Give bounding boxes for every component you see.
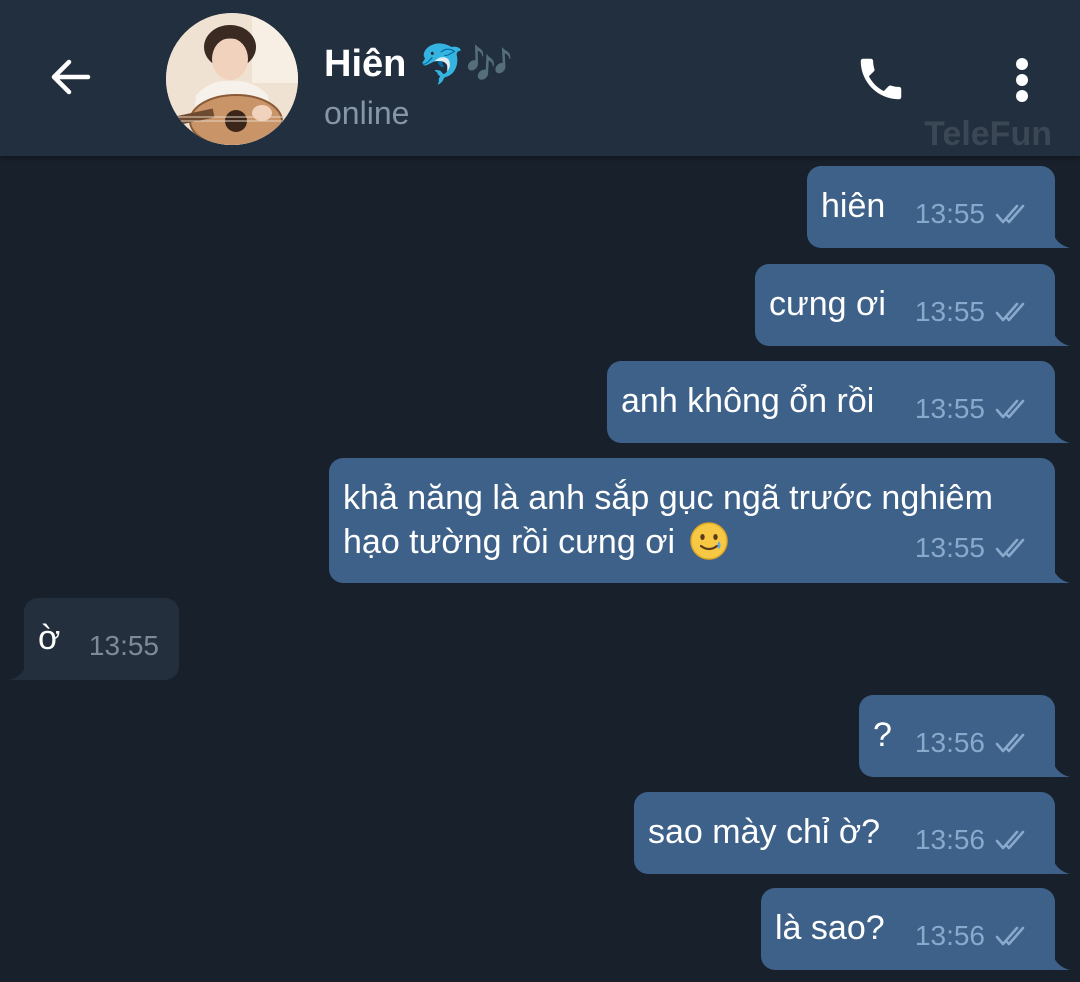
bubble-tail: [1052, 757, 1070, 777]
message-text: ờ: [38, 619, 61, 657]
message-meta: 13:56: [915, 920, 1035, 952]
message-text: cưng ơi: [769, 285, 886, 323]
chat-screen: Hiên 🐬🎶 online TeleFun hiên 13:55 cưng ơ…: [0, 0, 1080, 982]
message-time: 13:55: [914, 198, 985, 229]
contact-avatar[interactable]: [166, 13, 298, 145]
bubble-tail: [1052, 950, 1070, 970]
double-check-icon: [995, 204, 1025, 224]
incoming-message[interactable]: ờ 13:55: [9, 598, 179, 680]
avatar-image: [166, 13, 298, 145]
message-time: 13:55: [88, 630, 159, 661]
message-text: anh không ổn rồi: [621, 382, 875, 420]
contact-name-text: Hiên: [324, 43, 407, 85]
double-check-icon: [995, 926, 1025, 946]
message-time: 13:55: [914, 296, 985, 327]
message-time: 13:55: [914, 532, 985, 563]
double-check-icon: [995, 302, 1025, 322]
contact-name[interactable]: Hiên 🐬🎶: [324, 40, 513, 88]
outgoing-message[interactable]: ? 13:56: [859, 695, 1070, 777]
message-time: 13:56: [914, 824, 985, 855]
outgoing-message[interactable]: sao mày chỉ ờ? 13:56: [634, 792, 1070, 874]
message-text: ?: [873, 716, 892, 754]
message-meta: 13:55: [89, 630, 159, 662]
back-button[interactable]: [38, 44, 104, 110]
outgoing-message[interactable]: hiên 13:55: [807, 166, 1070, 248]
bubble-tail: [9, 660, 27, 680]
double-check-icon: [995, 830, 1025, 850]
message-text: sao mày chỉ ờ?: [648, 813, 881, 851]
message-meta: 13:56: [915, 824, 1035, 856]
outgoing-message[interactable]: là sao? 13:56: [761, 888, 1070, 970]
bubble-tail: [1052, 326, 1070, 346]
chat-header: Hiên 🐬🎶 online TeleFun: [0, 0, 1080, 156]
message-time: 13:56: [914, 920, 985, 951]
call-button[interactable]: [850, 48, 912, 110]
outgoing-message[interactable]: khả năng là anh sắp gục ngã trước nghiêm…: [329, 458, 1070, 583]
bubble-tail: [1052, 423, 1070, 443]
message-time: 13:56: [914, 727, 985, 758]
outgoing-message[interactable]: anh không ổn rồi 13:55: [607, 361, 1070, 443]
message-time: 13:55: [914, 393, 985, 424]
message-text: khả năng là anh sắp gục ngã trước nghiêm…: [343, 479, 993, 561]
double-check-icon: [995, 733, 1025, 753]
arrow-left-icon: [51, 59, 91, 95]
more-options-button[interactable]: [994, 50, 1050, 110]
phone-icon: [860, 58, 902, 100]
smiling-face-with-tear-icon: [689, 522, 728, 560]
presence-status: online: [324, 95, 410, 131]
outgoing-message[interactable]: cưng ơi 13:55: [755, 264, 1070, 346]
message-meta: 13:55: [915, 532, 1035, 564]
bubble-tail: [1052, 854, 1070, 874]
message-text: hiên: [821, 187, 886, 225]
more-vertical-icon: [1016, 58, 1028, 102]
message-meta: 13:56: [915, 727, 1035, 759]
name-emoji: 🐬🎶: [418, 42, 513, 86]
double-check-icon: [995, 399, 1025, 419]
message-text: là sao?: [775, 909, 885, 947]
message-meta: 13:55: [915, 198, 1035, 230]
bubble-tail: [1052, 228, 1070, 248]
bubble-tail: [1052, 563, 1070, 583]
telefun-watermark: TeleFun: [924, 115, 1052, 153]
message-meta: 13:55: [915, 296, 1035, 328]
double-check-icon: [995, 538, 1025, 558]
message-meta: 13:55: [915, 393, 1035, 425]
